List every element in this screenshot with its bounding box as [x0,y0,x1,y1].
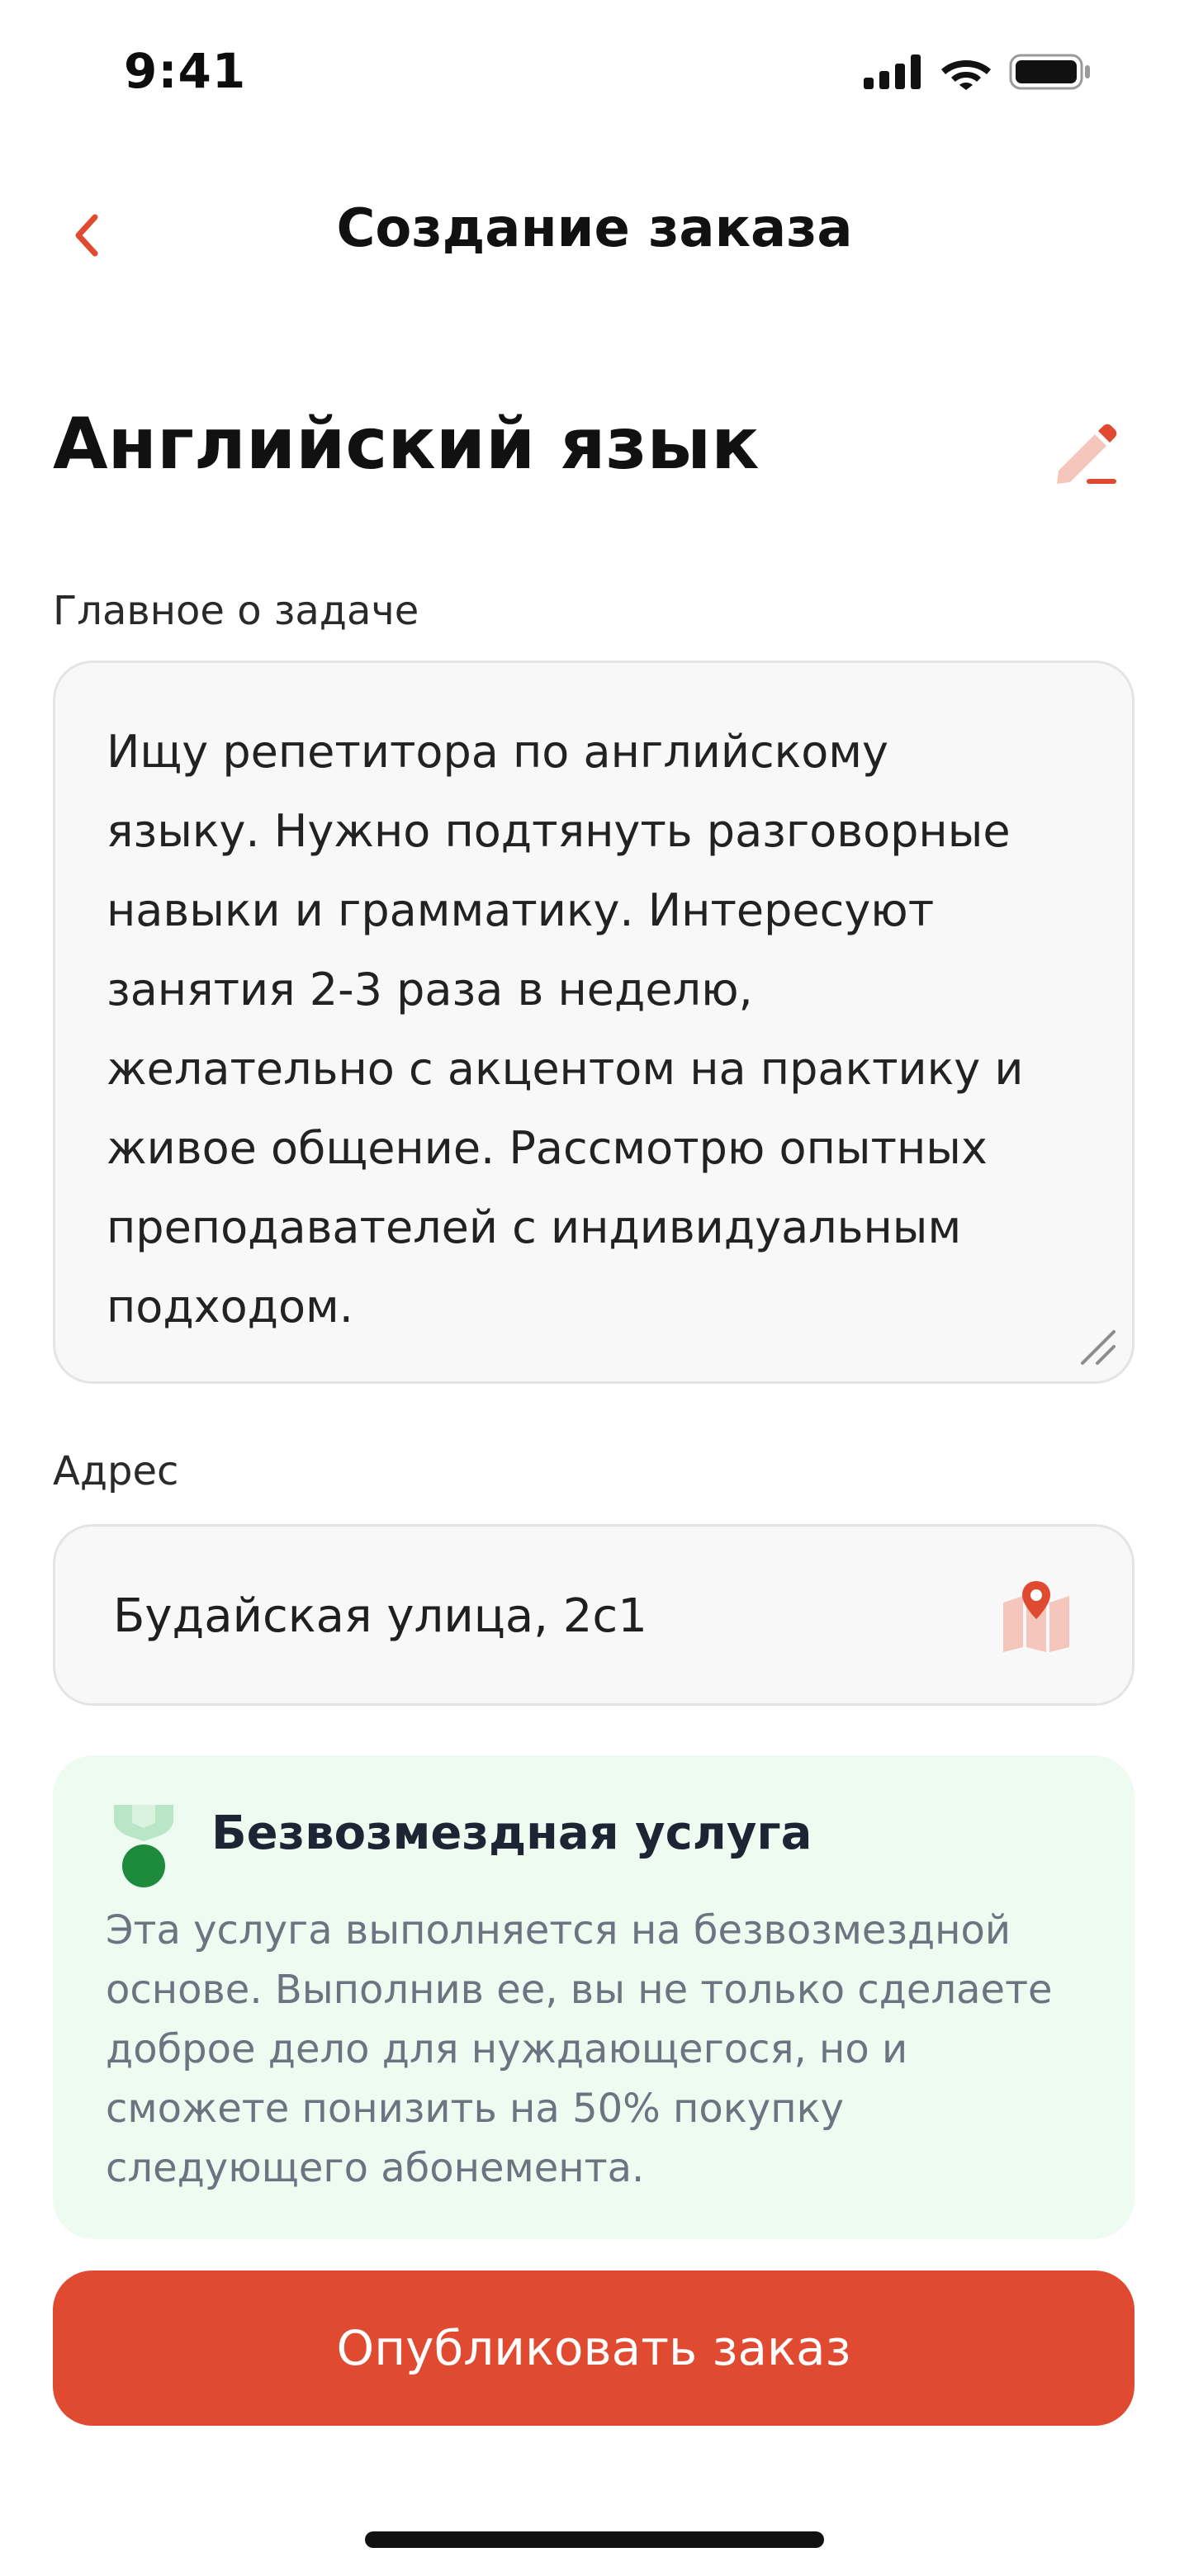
task-textarea[interactable]: Ищу репетитора по английскому языку. Нуж… [53,661,1135,1384]
map-button[interactable] [998,1578,1074,1654]
header: Создание заказа [0,182,1189,289]
status-icons [864,53,1092,91]
info-title: Безвозмездная услуга [211,1807,812,1860]
subject-title: Английский язык [53,403,760,485]
page-title: Создание заказа [336,198,853,259]
status-time: 9:41 [124,43,247,99]
wifi-icon [941,60,991,90]
address-label: Адрес [53,1448,179,1494]
resize-handle-icon[interactable] [1076,1325,1119,1368]
battery-icon [1009,54,1090,90]
task-label: Главное о задаче [53,588,419,634]
signal-icon [864,54,921,89]
address-value: Будайская улица, 2с1 [113,1589,647,1643]
free-service-card: Безвозмездная услуга Эта услуга выполняе… [53,1755,1135,2239]
publish-order-button[interactable]: Опубликовать заказ [53,2271,1135,2426]
task-text: Ищу репетитора по английскому языку. Нуж… [107,726,1024,1333]
pencil-icon [1057,424,1117,484]
edit-button[interactable] [1047,413,1126,492]
home-indicator [365,2531,824,2548]
map-pin-icon [1003,1581,1069,1652]
info-text: Эта услуга выполняется на безвозмездной … [106,1907,1053,2191]
status-bar: 9:41 [0,0,1189,145]
address-field[interactable]: Будайская улица, 2с1 [53,1524,1135,1706]
medal-icon [114,1805,173,1887]
